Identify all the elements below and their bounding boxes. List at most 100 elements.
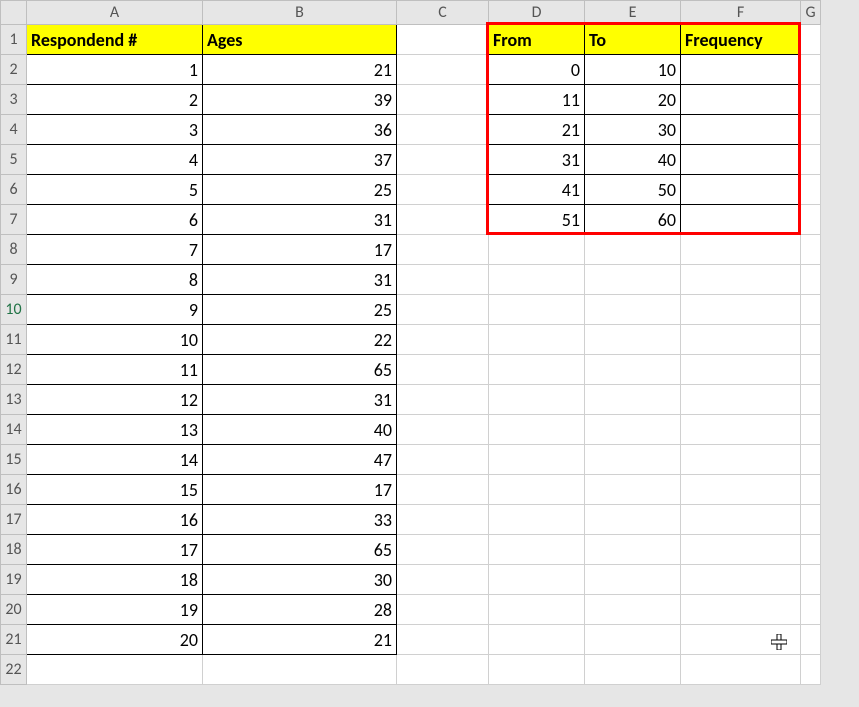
cell[interactable]: 19	[27, 595, 203, 625]
cell[interactable]	[397, 205, 489, 235]
row-header[interactable]: 1	[1, 25, 27, 55]
cell[interactable]: Ages	[203, 25, 397, 55]
cell[interactable]: 15	[27, 475, 203, 505]
cell[interactable]	[489, 295, 585, 325]
cell[interactable]	[681, 55, 801, 85]
cell[interactable]: 36	[203, 115, 397, 145]
cell[interactable]: 31	[203, 385, 397, 415]
row-header[interactable]: 3	[1, 85, 27, 115]
cell[interactable]	[681, 535, 801, 565]
cell[interactable]	[585, 295, 681, 325]
cell[interactable]: 8	[27, 265, 203, 295]
spreadsheet-grid[interactable]: A B C D E F G 1 Respondend # Ages From T…	[0, 0, 821, 685]
cell[interactable]	[801, 655, 821, 685]
cell[interactable]	[801, 325, 821, 355]
cell[interactable]	[585, 445, 681, 475]
cell[interactable]: 28	[203, 595, 397, 625]
cell[interactable]	[585, 535, 681, 565]
cell[interactable]: 60	[585, 205, 681, 235]
cell[interactable]	[397, 355, 489, 385]
col-header-C[interactable]: C	[397, 1, 489, 25]
cell[interactable]: 31	[203, 265, 397, 295]
cell[interactable]: 25	[203, 295, 397, 325]
cell[interactable]	[397, 265, 489, 295]
cell[interactable]: 20	[585, 85, 681, 115]
row-header[interactable]: 16	[1, 475, 27, 505]
cell[interactable]	[397, 55, 489, 85]
cell[interactable]	[397, 505, 489, 535]
row-header[interactable]: 11	[1, 325, 27, 355]
cell[interactable]: 4	[27, 145, 203, 175]
cell[interactable]	[397, 655, 489, 685]
cell[interactable]: 47	[203, 445, 397, 475]
cell[interactable]	[801, 535, 821, 565]
cell[interactable]	[585, 565, 681, 595]
cell[interactable]: 17	[27, 535, 203, 565]
cell[interactable]	[397, 325, 489, 355]
cell[interactable]	[801, 265, 821, 295]
cell[interactable]	[397, 175, 489, 205]
cell[interactable]	[681, 145, 801, 175]
cell[interactable]: 39	[203, 85, 397, 115]
cell[interactable]	[681, 115, 801, 145]
cell[interactable]	[801, 385, 821, 415]
cell[interactable]	[681, 655, 801, 685]
cell[interactable]	[585, 475, 681, 505]
cell[interactable]: 21	[489, 115, 585, 145]
cell[interactable]	[681, 205, 801, 235]
cell[interactable]	[585, 235, 681, 265]
cell[interactable]	[397, 295, 489, 325]
cell[interactable]: 41	[489, 175, 585, 205]
cell[interactable]	[801, 355, 821, 385]
cell[interactable]	[801, 565, 821, 595]
cell[interactable]	[801, 505, 821, 535]
row-header[interactable]: 15	[1, 445, 27, 475]
col-header-D[interactable]: D	[489, 1, 585, 25]
select-all-corner[interactable]	[1, 1, 27, 25]
cell[interactable]	[397, 235, 489, 265]
cell[interactable]	[681, 385, 801, 415]
cell[interactable]	[681, 595, 801, 625]
cell[interactable]	[801, 145, 821, 175]
row-header[interactable]: 20	[1, 595, 27, 625]
cell[interactable]	[801, 235, 821, 265]
cell[interactable]	[585, 415, 681, 445]
row-header[interactable]: 9	[1, 265, 27, 295]
cell[interactable]	[489, 445, 585, 475]
cell[interactable]: 14	[27, 445, 203, 475]
cell[interactable]	[489, 655, 585, 685]
cell[interactable]	[489, 625, 585, 655]
cell[interactable]	[397, 145, 489, 175]
cell[interactable]	[489, 355, 585, 385]
cell[interactable]: 0	[489, 55, 585, 85]
cell[interactable]	[489, 505, 585, 535]
cell[interactable]	[489, 265, 585, 295]
col-header-A[interactable]: A	[27, 1, 203, 25]
cell[interactable]	[489, 325, 585, 355]
cell[interactable]	[397, 415, 489, 445]
cell[interactable]	[397, 115, 489, 145]
cell[interactable]	[397, 445, 489, 475]
cell[interactable]	[27, 655, 203, 685]
cell[interactable]	[489, 535, 585, 565]
cell[interactable]	[397, 625, 489, 655]
cell[interactable]	[489, 415, 585, 445]
cell[interactable]: 11	[489, 85, 585, 115]
cell[interactable]	[681, 415, 801, 445]
row-header[interactable]: 4	[1, 115, 27, 145]
cell[interactable]: 5	[27, 175, 203, 205]
cell[interactable]: 33	[203, 505, 397, 535]
cell[interactable]	[681, 265, 801, 295]
cell[interactable]: 17	[203, 235, 397, 265]
cell[interactable]	[397, 85, 489, 115]
cell[interactable]	[801, 595, 821, 625]
cell[interactable]: 1	[27, 55, 203, 85]
cell[interactable]	[585, 595, 681, 625]
cell[interactable]	[681, 175, 801, 205]
cell[interactable]: 50	[585, 175, 681, 205]
row-header[interactable]: 19	[1, 565, 27, 595]
cell[interactable]	[585, 325, 681, 355]
cell[interactable]	[801, 475, 821, 505]
cell[interactable]: 3	[27, 115, 203, 145]
cell[interactable]	[397, 595, 489, 625]
